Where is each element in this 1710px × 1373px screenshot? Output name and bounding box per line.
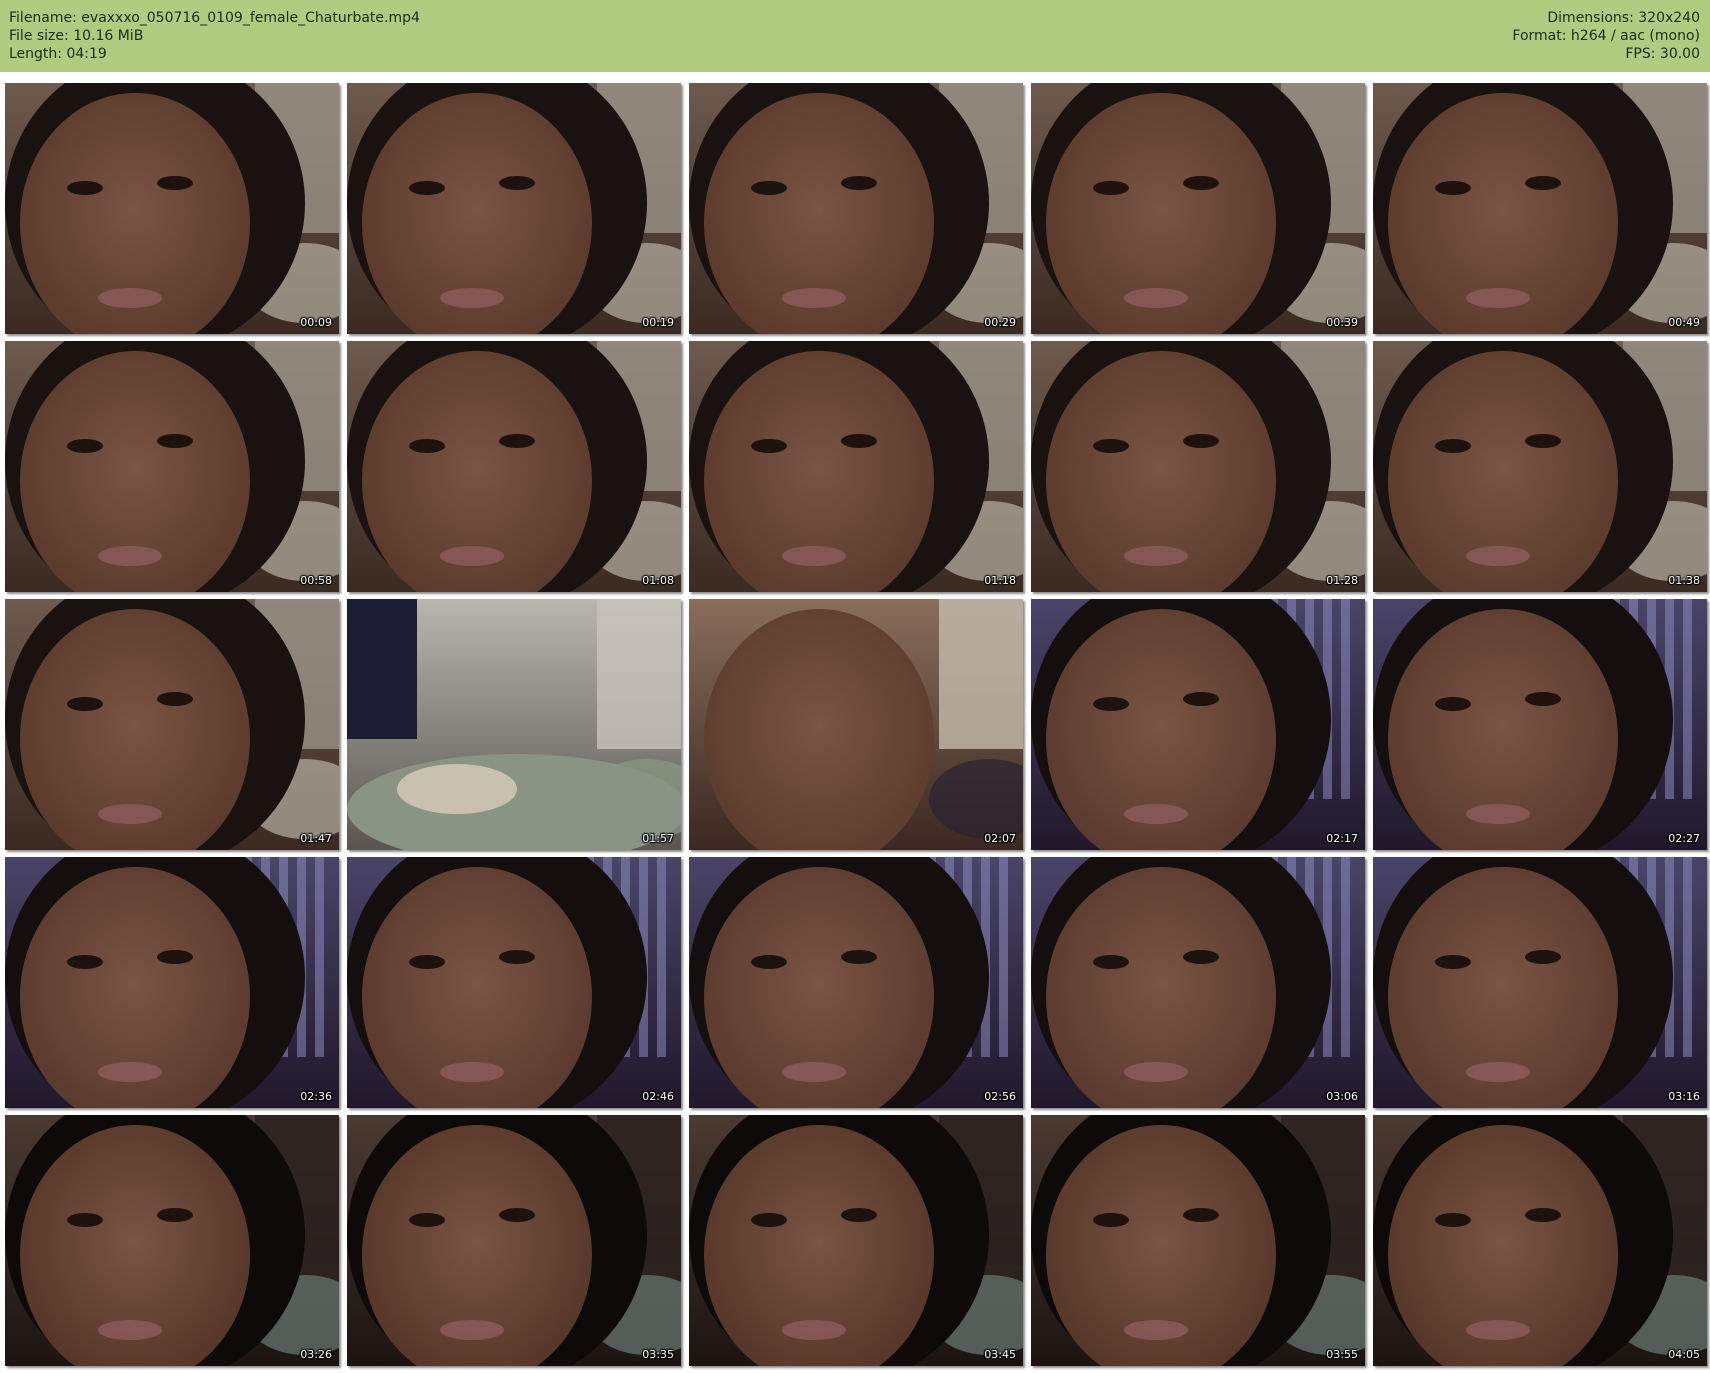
timestamp-label: 00:39 [1326, 316, 1358, 329]
video-thumbnail: 03:45 [689, 1115, 1023, 1366]
thumbnail-image [5, 599, 339, 850]
timestamp-label: 00:09 [300, 316, 332, 329]
fps-text: FPS: 30.00 [1625, 46, 1700, 62]
thumbnail-image [689, 1115, 1023, 1366]
timestamp-label: 01:57 [642, 832, 674, 845]
timestamp-label: 02:56 [984, 1090, 1016, 1103]
thumbnail-image [347, 1115, 681, 1366]
video-thumbnail: 02:46 [347, 857, 681, 1108]
video-thumbnail: 02:56 [689, 857, 1023, 1108]
video-thumbnail: 01:18 [689, 341, 1023, 592]
timestamp-label: 02:27 [1668, 832, 1700, 845]
thumbnail-image [1031, 857, 1365, 1108]
video-thumbnail: 03:06 [1031, 857, 1365, 1108]
timestamp-label: 02:07 [984, 832, 1016, 845]
timestamp-label: 03:55 [1326, 1348, 1358, 1361]
thumbnail-image [1031, 83, 1365, 334]
dimensions-text: Dimensions: 320x240 [1547, 10, 1700, 26]
timestamp-label: 00:29 [984, 316, 1016, 329]
thumbnail-image [1373, 1115, 1707, 1366]
thumbnail-image [1373, 341, 1707, 592]
timestamp-label: 02:17 [1326, 832, 1358, 845]
video-thumbnail: 03:35 [347, 1115, 681, 1366]
video-thumbnail: 04:05 [1373, 1115, 1707, 1366]
thumbnail-image [1031, 599, 1365, 850]
timestamp-label: 02:36 [300, 1090, 332, 1103]
thumbnail-image [347, 599, 681, 850]
timestamp-label: 04:05 [1668, 1348, 1700, 1361]
stream-info: Dimensions: 320x240 Format: h264 / aac (… [1512, 9, 1700, 63]
timestamp-label: 00:19 [642, 316, 674, 329]
thumbnail-image [347, 857, 681, 1108]
timestamp-label: 03:35 [642, 1348, 674, 1361]
video-thumbnail: 00:29 [689, 83, 1023, 334]
timestamp-label: 01:18 [984, 574, 1016, 587]
thumbnail-image [5, 83, 339, 334]
video-thumbnail: 01:08 [347, 341, 681, 592]
video-thumbnail: 02:27 [1373, 599, 1707, 850]
thumbnail-image [1031, 341, 1365, 592]
video-thumbnail: 00:58 [5, 341, 339, 592]
thumbnail-grid: 00:09 00:19 00:29 00:39 00:49 00:58 01:08 01:18… [5, 83, 1707, 1368]
thumbnail-image [1373, 857, 1707, 1108]
filename-text: Filename: evaxxxo_050716_0109_female_Cha… [9, 10, 420, 26]
video-thumbnail: 00:49 [1373, 83, 1707, 334]
video-thumbnail: 02:17 [1031, 599, 1365, 850]
timestamp-label: 03:16 [1668, 1090, 1700, 1103]
video-thumbnail: 03:55 [1031, 1115, 1365, 1366]
video-thumbnail: 00:39 [1031, 83, 1365, 334]
video-thumbnail: 00:19 [347, 83, 681, 334]
video-thumbnail: 03:16 [1373, 857, 1707, 1108]
video-thumbnail: 00:09 [5, 83, 339, 334]
timestamp-label: 03:45 [984, 1348, 1016, 1361]
timestamp-label: 01:38 [1668, 574, 1700, 587]
file-info: Filename: evaxxxo_050716_0109_female_Cha… [9, 9, 420, 63]
video-thumbnail: 02:36 [5, 857, 339, 1108]
video-thumbnail: 03:26 [5, 1115, 339, 1366]
video-thumbnail: 02:07 [689, 599, 1023, 850]
timestamp-label: 03:06 [1326, 1090, 1358, 1103]
thumbnail-image [1031, 1115, 1365, 1366]
video-thumbnail: 01:28 [1031, 341, 1365, 592]
thumbnail-image [1373, 599, 1707, 850]
thumbnail-image [689, 857, 1023, 1108]
timestamp-label: 01:47 [300, 832, 332, 845]
thumbnail-image [1373, 83, 1707, 334]
thumbnail-image [689, 83, 1023, 334]
thumbnail-image [689, 599, 1023, 850]
thumbnail-image [347, 341, 681, 592]
format-text: Format: h264 / aac (mono) [1512, 28, 1700, 44]
thumbnail-image [5, 1115, 339, 1366]
timestamp-label: 00:58 [300, 574, 332, 587]
video-thumbnail: 01:38 [1373, 341, 1707, 592]
thumbnail-image [5, 341, 339, 592]
thumbnail-image [347, 83, 681, 334]
video-thumbnail: 01:57 [347, 599, 681, 850]
thumbnail-image [689, 341, 1023, 592]
timestamp-label: 02:46 [642, 1090, 674, 1103]
length-text: Length: 04:19 [9, 46, 107, 62]
timestamp-label: 01:08 [642, 574, 674, 587]
timestamp-label: 03:26 [300, 1348, 332, 1361]
thumbnail-image [5, 857, 339, 1108]
info-header: Filename: evaxxxo_050716_0109_female_Cha… [0, 0, 1710, 72]
file-size-text: File size: 10.16 MiB [9, 28, 144, 44]
video-thumbnail: 01:47 [5, 599, 339, 850]
timestamp-label: 00:49 [1668, 316, 1700, 329]
timestamp-label: 01:28 [1326, 574, 1358, 587]
